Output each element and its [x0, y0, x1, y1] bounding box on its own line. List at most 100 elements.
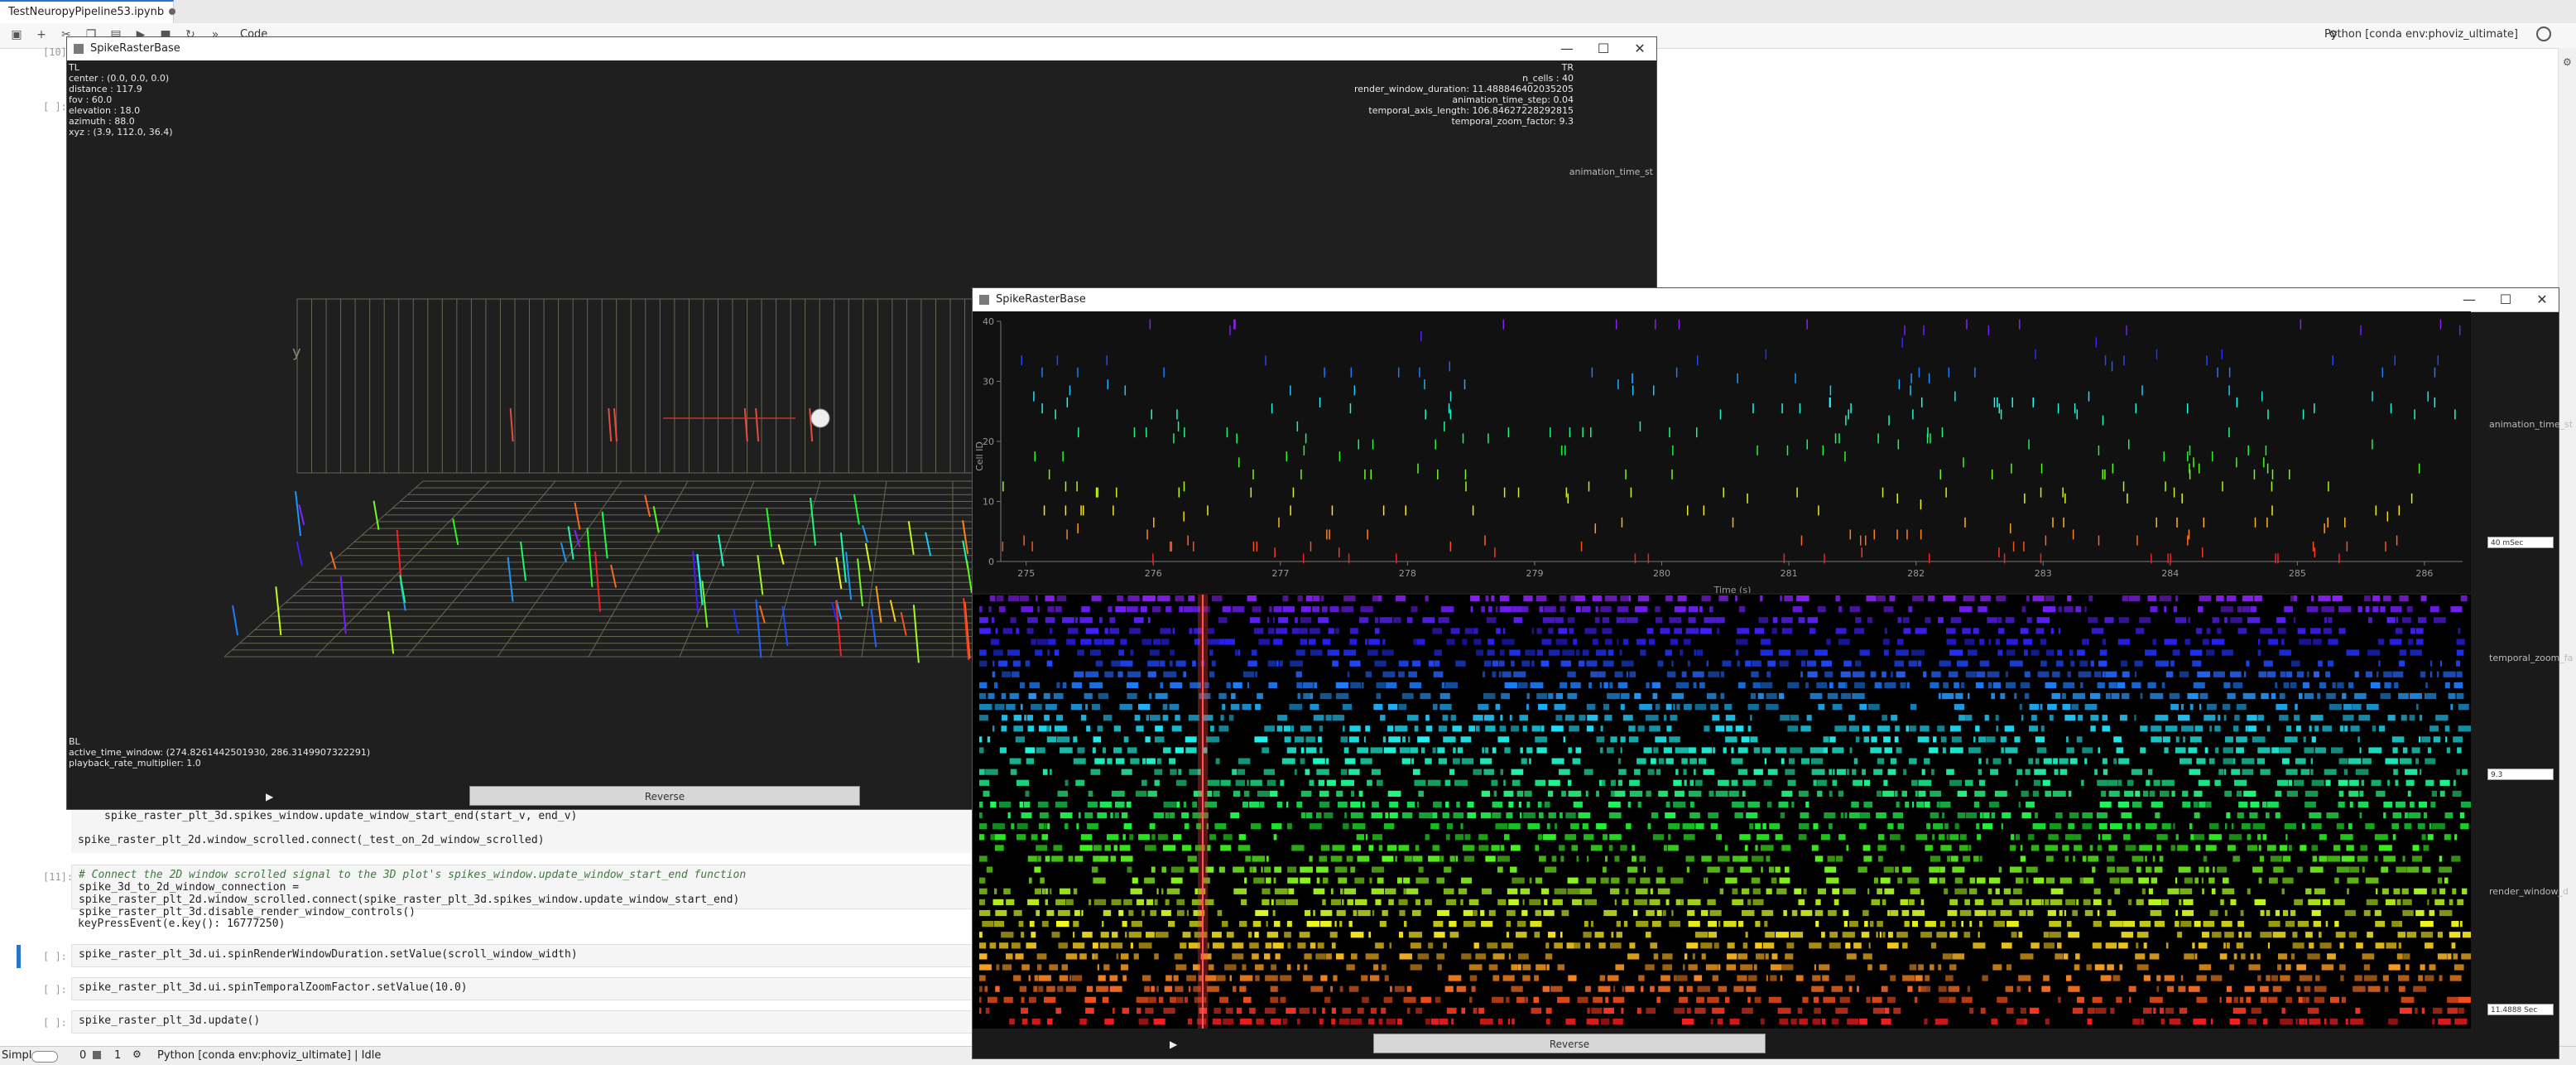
raster-spike [1599, 779, 1603, 786]
raster-spike [1592, 639, 1598, 645]
kernel-name[interactable]: Python [conda env:phoviz_ultimate] [2324, 28, 2518, 41]
reverse-button[interactable]: Reverse [469, 786, 860, 806]
minimize-icon[interactable]: — [1550, 39, 1584, 59]
raster-spike [2425, 975, 2434, 981]
code-cell[interactable]: spike_raster_plt_3d.ui.spinRenderWindowD… [71, 944, 973, 967]
raster-spike [2125, 845, 2136, 851]
raster-spike [1579, 715, 1586, 721]
play-button[interactable]: ▶ [1170, 1038, 1177, 1050]
animation-step-spinbox[interactable]: 40 mSec [2487, 537, 2554, 548]
raster-spike [1156, 888, 1159, 894]
raster-spike [2135, 790, 2141, 798]
raster-spike [1021, 1018, 1028, 1025]
code-cell[interactable]: # Connect the 2D window scrolled signal … [71, 865, 973, 918]
raster-spike [1842, 932, 1855, 938]
spike-raster-plot[interactable]: 275 276 277 278 279 280 281 282 283 284 285 2860102… [973, 311, 2471, 593]
code-cell[interactable]: spike_raster_plt_3d.ui.spinTemporalZoomF… [71, 977, 973, 1000]
raster-spike [2439, 779, 2450, 786]
play-button[interactable]: ▶ [266, 791, 273, 802]
cell-output: keyPressEvent(e.key(): 16777250) [78, 918, 286, 930]
window-titlebar[interactable]: SpikeRasterBase — ☐ ✕ [973, 288, 2559, 312]
raster-spike [2268, 996, 2278, 1003]
raster-spike [1775, 866, 1781, 873]
window-info-bl: BL active_time_window: (274.826144250193… [69, 736, 371, 769]
minimize-icon[interactable]: — [2453, 290, 2486, 310]
raster-spike [2221, 921, 2232, 928]
raster-spike [1600, 877, 1609, 884]
maximize-icon[interactable]: ☐ [1587, 39, 1620, 59]
raster-spike [1381, 1007, 1387, 1014]
raster-spike [1937, 725, 1945, 732]
window-titlebar[interactable]: SpikeRasterBase — ☐ ✕ [67, 37, 1656, 61]
raster-spike [1964, 899, 1970, 906]
raster-spike [2178, 715, 2190, 721]
add-cell-icon[interactable]: + [35, 28, 48, 41]
simple-mode-toggle[interactable] [31, 1051, 58, 1063]
raster-spike [1974, 899, 1984, 906]
raster-spike [1398, 660, 1409, 667]
raster-spike [1583, 932, 1592, 938]
raster-spike [1798, 790, 1809, 798]
maximize-icon[interactable]: ☐ [2489, 290, 2522, 310]
raster-spike [1319, 801, 1330, 808]
render-window-duration-spinbox[interactable]: 11.4888 Sec [2487, 1004, 2554, 1015]
raster-spike [1188, 595, 1195, 602]
spike-heat-raster[interactable] [973, 595, 2471, 1029]
raster-spike [1319, 790, 1329, 798]
raster-spike [2047, 704, 2057, 711]
raster-spike [1370, 747, 1383, 754]
raster-spike [1418, 790, 1424, 798]
raster-spike [1230, 812, 1240, 819]
raster-spike [1284, 736, 1291, 743]
raster-spike [2175, 909, 2178, 917]
raster-spike [1382, 649, 1394, 656]
raster-spike [1351, 790, 1355, 798]
code-line: spike_raster_plt_2d.window_scrolled.conn… [78, 834, 545, 846]
camera-handle-icon[interactable] [810, 408, 830, 428]
raster-spike [2328, 617, 2333, 624]
raster-spike [2066, 747, 2074, 754]
raster-spike [979, 649, 987, 656]
reverse-button[interactable]: Reverse [1373, 1034, 1766, 1053]
notebook-tab[interactable]: TestNeuropyPipeline53.ipynb [0, 0, 176, 23]
raster-spike [2049, 921, 2062, 928]
raster-spike [1165, 899, 1170, 906]
raster-spike [1704, 877, 1706, 884]
raster-spike [1918, 964, 1924, 971]
raster-spike [979, 877, 986, 884]
temporal-zoom-spinbox[interactable]: 9.3 [2487, 769, 2554, 780]
raster-spike [1646, 909, 1655, 917]
raster-spike [2285, 964, 2291, 971]
close-icon[interactable]: ✕ [1623, 39, 1656, 59]
raster-spike [2075, 953, 2080, 960]
close-icon[interactable]: ✕ [2526, 290, 2559, 310]
raster-spike [2247, 845, 2258, 851]
raster-spike [1682, 823, 1695, 830]
property-inspector-icon[interactable]: ⚙ [2563, 56, 2572, 68]
raster-spike [1689, 758, 1697, 764]
raster-spike [1254, 736, 1268, 743]
raster-spike [1747, 996, 1751, 1003]
raster-spike [1516, 921, 1526, 928]
raster-spike [2252, 823, 2266, 830]
save-icon[interactable]: ▣ [10, 28, 23, 41]
spike-raster-2d-window[interactable]: SpikeRasterBase — ☐ ✕ 275 276 277 278 279 280… [972, 287, 2573, 1059]
raster-spike [2202, 639, 2209, 645]
raster-spike [2389, 639, 2402, 645]
raster-spike [1912, 909, 1925, 917]
raster-spike [1065, 953, 1078, 960]
raster-spike [2372, 595, 2381, 602]
raster-spike [2059, 877, 2072, 884]
raster-spike [1415, 877, 1430, 884]
raster-spike [1264, 725, 1276, 732]
raster-spike [1232, 953, 1244, 960]
raster-spike [1709, 790, 1714, 798]
kernel-settings-icon[interactable]: ⚙ [132, 1048, 142, 1060]
code-cell[interactable]: spike_raster_plt_3d.spikes_window.update… [71, 807, 973, 853]
raster-spike [2103, 758, 2107, 764]
raster-spike [1142, 975, 1151, 981]
spike-3d [696, 553, 704, 605]
raster-spike [1595, 606, 1598, 613]
code-cell[interactable]: spike_raster_plt_3d.update() [71, 1010, 973, 1034]
raster-spike [2418, 975, 2423, 981]
